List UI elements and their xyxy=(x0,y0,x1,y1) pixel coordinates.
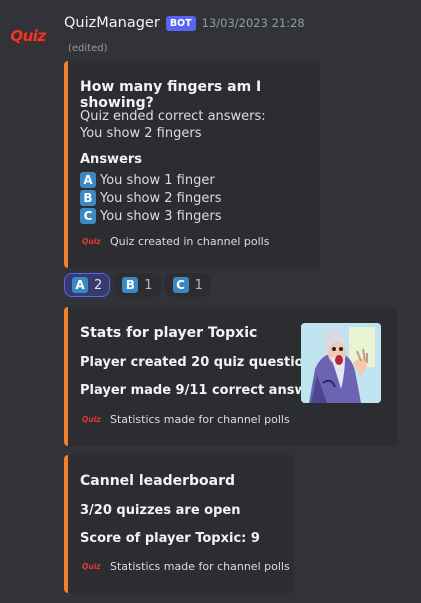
quiz-footer: Quiz Quiz created in channel polls xyxy=(82,235,269,248)
letter-b-icon: B xyxy=(80,190,96,206)
footer-logo-icon: Quiz xyxy=(82,237,101,246)
footer-logo-icon: Quiz xyxy=(82,415,101,424)
letter-b-icon: B xyxy=(122,277,139,293)
stats-line-correct: Player made 9/11 correct answers xyxy=(80,383,330,398)
answers-list: A You show 1 finger B You show 2 fingers… xyxy=(80,171,221,225)
answer-text: You show 3 fingers xyxy=(100,208,222,224)
answer-text: You show 2 fingers xyxy=(100,190,222,206)
quiz-title: How many fingers am I showing? xyxy=(80,79,262,111)
answer-text: You show 1 finger xyxy=(100,172,215,188)
message-timestamp[interactable]: 13/03/2023 21:28 xyxy=(202,16,305,30)
stats-title: Stats for player Topxic xyxy=(80,325,258,341)
quiz-embed: How many fingers am I showing? Quiz ende… xyxy=(64,61,320,268)
reaction-count: 1 xyxy=(194,277,203,293)
edited-label: (edited) xyxy=(68,43,108,54)
reaction-count: 1 xyxy=(144,277,153,293)
reaction-b[interactable]: B 1 xyxy=(114,273,161,297)
reaction-a[interactable]: A 2 xyxy=(64,273,111,297)
leaderboard-title: Cannel leaderboard xyxy=(80,473,235,489)
footer-text: Quiz created in channel polls xyxy=(110,235,270,248)
answer-item: B You show 2 fingers xyxy=(80,189,221,207)
leaderboard-embed: Cannel leaderboard 3/20 quizzes are open… xyxy=(64,455,294,593)
reaction-count: 2 xyxy=(94,277,103,293)
bot-tag: BOT xyxy=(165,15,196,31)
bot-avatar[interactable]: Quiz xyxy=(8,22,48,50)
stats-footer: Quiz Statistics made for channel polls xyxy=(82,413,290,426)
reaction-c[interactable]: C 1 xyxy=(164,273,211,297)
reactions-bar: A 2 B 1 C 1 xyxy=(64,273,211,297)
letter-c-icon: C xyxy=(80,208,96,224)
footer-text: Statistics made for channel polls xyxy=(110,413,290,426)
footer-logo-icon: Quiz xyxy=(82,562,101,571)
stats-line-created: Player created 20 quiz questions xyxy=(80,355,321,370)
player-thumbnail[interactable] xyxy=(301,323,381,403)
leaderboard-line-open: 3/20 quizzes are open xyxy=(80,503,241,518)
letter-c-icon: C xyxy=(172,277,189,293)
wizard-cartoon-icon xyxy=(301,323,381,403)
letter-a-icon: A xyxy=(80,172,96,188)
message-header: QuizManager BOT 13/03/2023 21:28 xyxy=(64,15,305,31)
quiz-ended-label: Quiz ended correct answers: xyxy=(80,109,266,124)
footer-text: Statistics made for channel polls xyxy=(110,560,290,573)
leaderboard-line-score: Score of player Topxic: 9 xyxy=(80,531,260,546)
leaderboard-footer: Quiz Statistics made for channel polls xyxy=(82,560,290,573)
answers-heading: Answers xyxy=(80,152,143,167)
stats-embed: Stats for player Topxic Player created 2… xyxy=(64,307,397,446)
bot-username[interactable]: QuizManager xyxy=(64,15,160,31)
letter-a-icon: A xyxy=(72,277,88,293)
answer-item: C You show 3 fingers xyxy=(80,207,221,225)
avatar-logo-text: Quiz xyxy=(10,27,46,45)
quiz-correct-answer: You show 2 fingers xyxy=(80,126,202,141)
answer-item: A You show 1 finger xyxy=(80,171,221,189)
